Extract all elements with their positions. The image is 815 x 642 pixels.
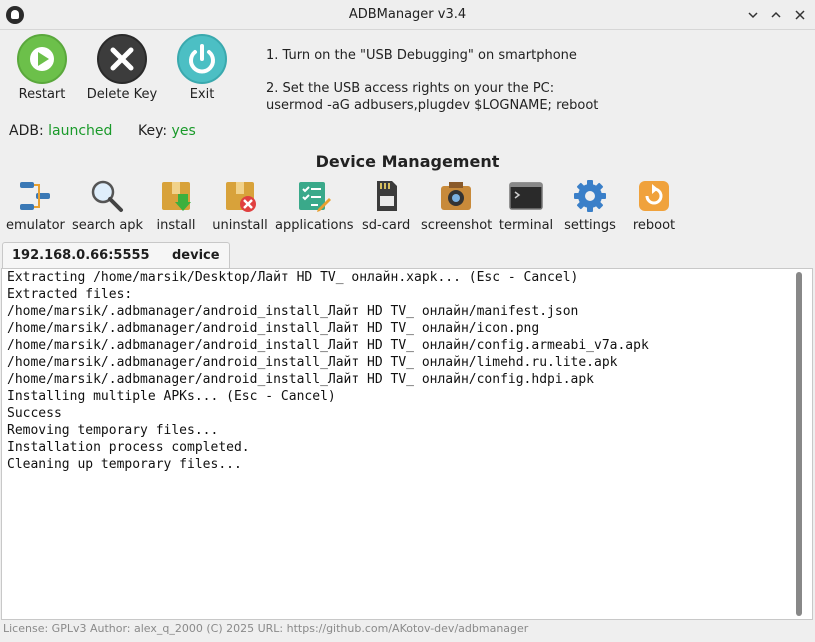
console-line: Installation process completed.	[7, 440, 250, 455]
close-window-button[interactable]	[790, 5, 810, 25]
instruction-step-2: 2. Set the USB access rights on your the…	[266, 81, 555, 96]
console-line: Removing temporary files...	[7, 423, 219, 438]
key-status-label: Key:	[138, 123, 168, 139]
emulator-label: emulator	[6, 218, 65, 233]
emulator-button[interactable]: emulator	[6, 178, 65, 233]
settings-button[interactable]: settings	[563, 178, 617, 233]
reboot-button[interactable]: reboot	[629, 178, 679, 233]
uninstall-label: uninstall	[212, 218, 268, 233]
console-line: /home/marsik/.adbmanager/android_install…	[7, 355, 618, 370]
console-scrollbar[interactable]	[796, 272, 802, 616]
adb-status: ADB: launched	[9, 123, 112, 139]
uninstall-button[interactable]: uninstall	[211, 178, 269, 233]
settings-label: settings	[564, 218, 616, 233]
close-icon	[97, 34, 147, 84]
search-apk-label: search apk	[72, 218, 144, 233]
console-line: Installing multiple APKs... (Esc - Cance…	[7, 389, 336, 404]
terminal-icon	[508, 178, 544, 214]
device-type: device	[172, 248, 220, 263]
install-button[interactable]: install	[156, 178, 196, 233]
device-tabs: 192.168.0.66:5555 device	[0, 242, 815, 269]
sd-card-icon	[368, 178, 404, 214]
maximize-button[interactable]	[766, 5, 786, 25]
console-line: Extracting /home/marsik/Desktop/Лайт HD …	[7, 270, 579, 285]
console-line: /home/marsik/.adbmanager/android_install…	[7, 338, 649, 353]
adb-status-label: ADB:	[9, 123, 44, 139]
restart-button[interactable]: Restart	[2, 34, 82, 102]
checklist-icon	[296, 178, 332, 214]
exit-button[interactable]: Exit	[162, 34, 242, 102]
key-status-value: yes	[171, 123, 196, 139]
console-line: /home/marsik/.adbmanager/android_install…	[7, 372, 594, 387]
close-icon	[795, 10, 805, 20]
package-remove-icon	[222, 178, 258, 214]
instruction-step-1: 1. Turn on the "USB Debugging" on smartp…	[266, 48, 577, 63]
chevron-down-icon	[748, 12, 758, 19]
minimize-button[interactable]	[743, 5, 763, 25]
chevron-up-icon	[771, 11, 781, 18]
applications-button[interactable]: applications	[275, 178, 353, 233]
section-title: Device Management	[315, 152, 500, 171]
console-lines: Extracting /home/marsik/Desktop/Лайт HD …	[7, 269, 649, 473]
applications-label: applications	[275, 218, 354, 233]
search-icon	[89, 178, 125, 214]
footer-info: License: GPLv3 Author: alex_q_2000 (C) 2…	[3, 622, 529, 635]
install-label: install	[156, 218, 196, 233]
gear-icon	[572, 178, 608, 214]
console-line: Success	[7, 406, 62, 421]
sd-card-label: sd-card	[362, 218, 411, 233]
camera-icon	[438, 178, 474, 214]
title-bar: ADBManager v3.4	[0, 0, 815, 30]
terminal-button[interactable]: terminal	[497, 178, 555, 233]
console-line: /home/marsik/.adbmanager/android_install…	[7, 304, 579, 319]
device-ip: 192.168.0.66:5555	[12, 248, 150, 263]
sd-card-button[interactable]: sd-card	[362, 178, 410, 233]
delete-key-label: Delete Key	[86, 87, 158, 102]
console-output[interactable]: Extracting /home/marsik/Desktop/Лайт HD …	[1, 268, 813, 620]
search-apk-button[interactable]: search apk	[72, 178, 144, 233]
reboot-icon	[636, 178, 672, 214]
reboot-label: reboot	[632, 218, 676, 233]
key-status: Key: yes	[138, 123, 196, 139]
terminal-label: terminal	[498, 218, 554, 233]
power-icon	[177, 34, 227, 84]
screenshot-button[interactable]: screenshot	[421, 178, 493, 233]
screenshot-label: screenshot	[421, 218, 493, 233]
console-line: Cleaning up temporary files...	[7, 457, 242, 472]
delete-key-button[interactable]: Delete Key	[82, 34, 162, 102]
emulator-icon	[17, 178, 53, 214]
console-line: Extracted files:	[7, 287, 133, 302]
adb-status-value: launched	[48, 123, 113, 139]
instructions: 1. Turn on the "USB Debugging" on smartp…	[266, 47, 598, 114]
window-title: ADBManager v3.4	[348, 7, 467, 22]
play-icon	[17, 34, 67, 84]
restart-label: Restart	[18, 87, 66, 102]
package-install-icon	[158, 178, 194, 214]
exit-label: Exit	[189, 87, 215, 102]
instruction-command: usermod -aG adbusers,plugdev $LOGNAME; r…	[266, 98, 599, 113]
tab-device[interactable]: 192.168.0.66:5555 device	[2, 242, 230, 269]
console-line: /home/marsik/.adbmanager/android_install…	[7, 321, 540, 336]
